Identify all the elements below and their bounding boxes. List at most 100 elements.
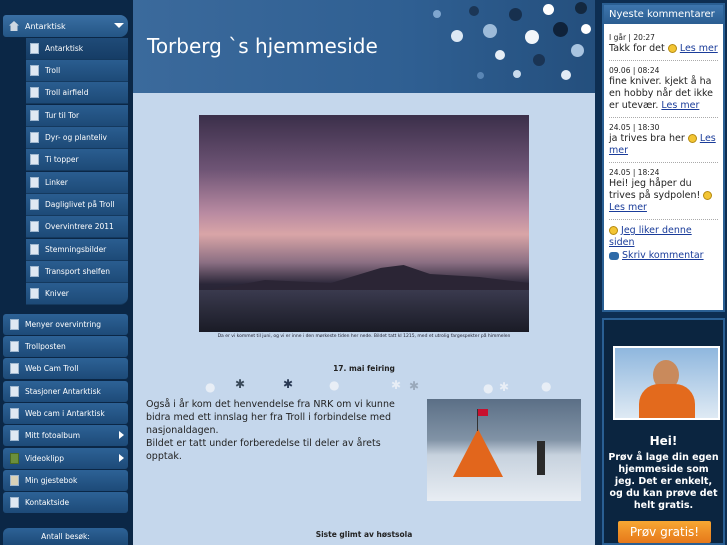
divider <box>609 219 718 220</box>
subnav-item[interactable]: Troll <box>26 60 128 82</box>
subnav-item[interactable]: Kniver <box>26 283 128 305</box>
page-icon <box>10 497 19 508</box>
subnav-label: Kniver <box>45 289 69 298</box>
subnav-label: Antarktisk <box>45 44 84 53</box>
nav-antarktisk-label: Antarktisk <box>25 21 66 31</box>
nav-label: Web cam i Antarktisk <box>25 409 105 418</box>
nav-item-videoklipp[interactable]: Videoklipp <box>3 448 128 469</box>
page-icon <box>10 386 19 397</box>
nav-item[interactable]: Kontaktside <box>3 492 128 513</box>
smiley-icon <box>687 134 697 143</box>
page-icon <box>30 65 39 76</box>
comment-date: I går | 20:27 <box>609 33 655 42</box>
page-icon <box>30 221 39 232</box>
photo-caption: Da er vi kommet til juni, og vi er inne … <box>217 334 511 339</box>
subnav-item[interactable]: Linker <box>26 172 128 194</box>
recent-comments-panel: Nyeste kommentarer I går | 20:27 Takk fo… <box>602 3 725 312</box>
subnav-item[interactable]: Tur til Tor <box>26 105 128 127</box>
promo-panel: Hei! Prøv å lage din egen hjemmeside som… <box>602 318 725 545</box>
nav-label: Menyer overvintring <box>25 320 101 329</box>
read-more-link[interactable]: Les mer <box>609 202 647 213</box>
paragraph: Også i år kom det henvendelse fra NRK om… <box>146 399 395 436</box>
page-icon <box>30 266 39 277</box>
subnav-item[interactable]: Troll airfield <box>26 82 128 104</box>
subnav-label: Linker <box>45 178 68 187</box>
page-icon <box>10 319 19 330</box>
nav-label: Trollposten <box>25 342 66 351</box>
subnav-label: Overvintrere 2011 <box>45 222 114 231</box>
page-icon <box>30 288 39 299</box>
subnav-label: Tur til Tor <box>45 111 80 120</box>
tent-photo[interactable] <box>427 399 581 501</box>
guestbook-icon <box>10 475 19 486</box>
nav-label: Videoklipp <box>25 454 65 463</box>
divider <box>609 162 718 163</box>
subnav-label: Troll airfield <box>45 88 89 97</box>
nav-item[interactable]: Web cam i Antarktisk <box>3 403 128 424</box>
home-icon <box>9 21 19 31</box>
subnav-label: Transport shelfen <box>45 267 110 276</box>
nav-antarktisk[interactable]: Antarktisk <box>3 15 128 37</box>
photo-album-icon <box>10 430 19 441</box>
section-title-hostsola: Siste glimt av høstsola <box>315 530 413 539</box>
subnav-label: Ti topper <box>45 155 79 164</box>
page-icon <box>10 341 19 352</box>
nav-label: Kontaktside <box>25 498 70 507</box>
smiley-icon <box>609 226 618 235</box>
promo-text: Prøv å lage din egen hjemmeside som jeg.… <box>608 452 719 511</box>
comment-body: ja trives bra her <box>609 133 685 144</box>
subnav-item[interactable]: Overvintrere 2011 <box>26 216 128 238</box>
nav-item[interactable]: Min gjestebok <box>3 470 128 491</box>
comment-text: Takk for det Les mer <box>609 43 718 55</box>
nav-label: Mitt fotoalbum <box>25 431 81 440</box>
page-icon <box>30 87 39 98</box>
nav-label: Web Cam Troll <box>25 364 79 373</box>
nav-item[interactable]: Menyer overvintring <box>3 314 128 335</box>
main-content: Da er vi kommet til juni, og vi er inne … <box>133 93 595 545</box>
nav-item-fotoalbum[interactable]: Mitt fotoalbum <box>3 425 128 446</box>
paragraph: Bildet er tatt under forberedelse til de… <box>146 438 381 462</box>
nav-label: Stasjoner Antarktisk <box>25 387 101 396</box>
page-icon <box>30 132 39 143</box>
page-icon <box>30 110 39 121</box>
comment-date: 24.05 | 18:30 <box>609 123 660 132</box>
chevron-down-icon <box>114 23 124 28</box>
nav-item[interactable]: Stasjoner Antarktisk <box>3 381 128 402</box>
write-comment-row[interactable]: Skriv kommentar <box>609 250 718 262</box>
sunset-photo[interactable] <box>199 115 529 332</box>
nav-item[interactable]: Trollposten <box>3 336 128 357</box>
promo-photo <box>613 346 720 420</box>
section-title-17-mai: 17. mai feiring <box>333 364 395 373</box>
like-page-link[interactable]: Jeg liker denne siden <box>609 225 692 248</box>
nav-label: Min gjestebok <box>25 476 78 485</box>
subnav-item[interactable]: Ti topper <box>26 149 128 171</box>
speech-bubble-icon <box>609 251 619 260</box>
sidebar-nav: Antarktisk Antarktisk Troll Troll airfie… <box>0 0 133 545</box>
smiley-icon <box>703 191 713 200</box>
like-row[interactable]: Jeg liker denne siden <box>609 225 718 249</box>
write-comment-link[interactable]: Skriv kommentar <box>622 250 704 261</box>
subnav-item[interactable]: Antarktisk <box>26 38 128 60</box>
subnav-label: Dyr- og planteliv <box>45 133 107 142</box>
subnav-item[interactable]: Dyr- og planteliv <box>26 127 128 149</box>
comment-date: 09.06 | 08:24 <box>609 66 660 75</box>
site-title: Torberg `s hjemmeside <box>147 34 378 58</box>
page-icon <box>10 363 19 374</box>
chevron-right-icon <box>119 431 124 439</box>
comment-text: Hei! jeg håper du trives på sydpolen! Le… <box>609 178 718 214</box>
subnav-item[interactable]: Stemningsbilder <box>26 239 128 261</box>
visit-counter-label: Antall besøk: <box>3 528 128 545</box>
subnav-item[interactable]: Transport shelfen <box>26 261 128 283</box>
comment-body: Hei! jeg håper du trives på sydpolen! <box>609 178 701 201</box>
page-icon <box>30 43 39 54</box>
divider <box>609 117 718 118</box>
subnav-label: Dagliglivet på Troll <box>45 200 115 209</box>
try-free-button[interactable]: Prøv gratis! <box>618 521 711 543</box>
comment-text: fine kniver. kjekt å ha en hobby når det… <box>609 76 718 112</box>
read-more-link[interactable]: Les mer <box>680 43 718 54</box>
read-more-link[interactable]: Les mer <box>661 100 699 111</box>
subnav-label: Troll <box>45 66 61 75</box>
subnav-item[interactable]: Dagliglivet på Troll <box>26 194 128 216</box>
nav-item[interactable]: Web Cam Troll <box>3 358 128 379</box>
comment-body: Takk for det <box>609 43 665 54</box>
